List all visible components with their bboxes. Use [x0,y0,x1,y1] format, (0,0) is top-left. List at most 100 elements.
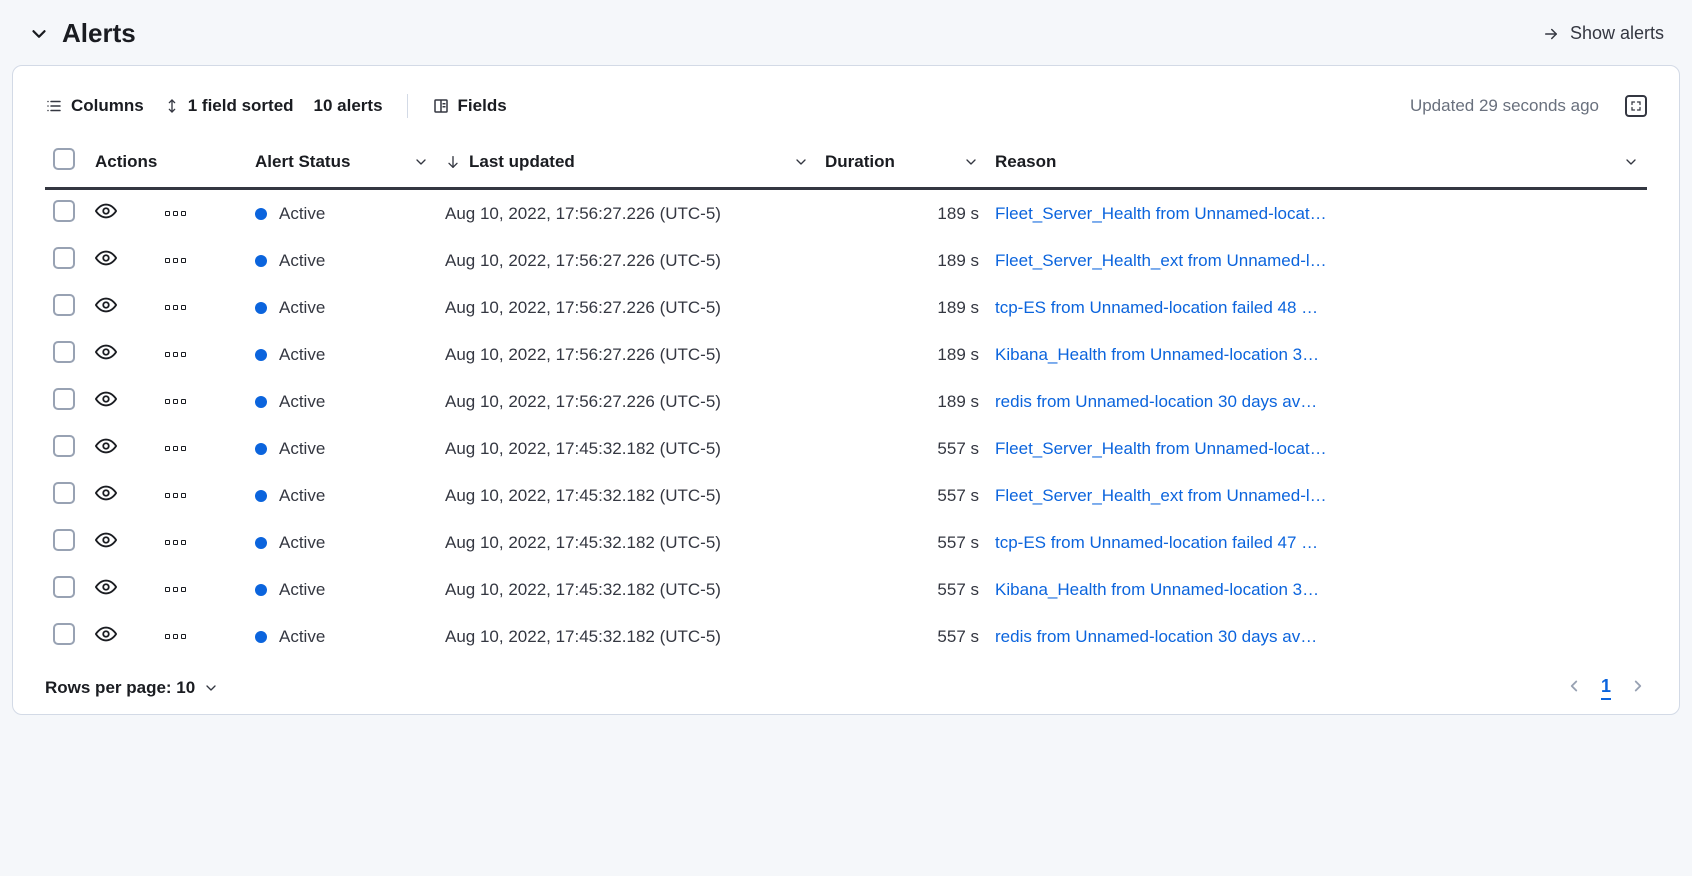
status-cell: Active [255,486,429,506]
status-cell: Active [255,627,429,647]
more-actions-icon[interactable] [165,540,239,545]
fields-icon [432,97,450,115]
row-checkbox[interactable] [53,576,75,598]
fullscreen-button[interactable] [1625,95,1647,117]
more-actions-icon[interactable] [165,352,239,357]
reason-link[interactable]: Kibana_Health from Unnamed-location 3… [995,580,1639,600]
columns-icon [45,97,63,115]
view-details-icon[interactable] [95,294,117,316]
more-actions-icon[interactable] [165,399,239,404]
column-actions: Actions [87,138,247,189]
status-text: Active [279,204,325,224]
pagination-next[interactable] [1629,677,1647,699]
row-checkbox[interactable] [53,435,75,457]
arrow-down-icon [445,154,461,170]
reason-link[interactable]: Kibana_Health from Unnamed-location 3… [995,345,1639,365]
last-updated-cell: Aug 10, 2022, 17:56:27.226 (UTC-5) [437,237,817,284]
last-updated-cell: Aug 10, 2022, 17:45:32.182 (UTC-5) [437,472,817,519]
duration-cell: 557 s [817,425,987,472]
view-details-icon[interactable] [95,388,117,410]
duration-cell: 189 s [817,237,987,284]
last-updated-cell: Aug 10, 2022, 17:45:32.182 (UTC-5) [437,425,817,472]
more-actions-icon[interactable] [165,258,239,263]
page-title: Alerts [62,18,136,49]
row-checkbox[interactable] [53,341,75,363]
duration-cell: 189 s [817,331,987,378]
column-last-updated[interactable]: Last updated [437,138,817,189]
table-row: Active Aug 10, 2022, 17:45:32.182 (UTC-5)… [45,472,1647,519]
sorted-label: 1 field sorted [188,96,294,116]
row-checkbox[interactable] [53,482,75,504]
column-duration[interactable]: Duration [817,138,987,189]
status-dot-icon [255,302,267,314]
more-actions-icon[interactable] [165,305,239,310]
view-details-icon[interactable] [95,435,117,457]
view-details-icon[interactable] [95,576,117,598]
row-checkbox[interactable] [53,294,75,316]
last-updated-cell: Aug 10, 2022, 17:56:27.226 (UTC-5) [437,189,817,238]
reason-link[interactable]: Fleet_Server_Health_ext from Unnamed-l… [995,486,1639,506]
more-actions-icon[interactable] [165,587,239,592]
status-cell: Active [255,439,429,459]
view-details-icon[interactable] [95,482,117,504]
status-cell: Active [255,298,429,318]
more-actions-icon[interactable] [165,634,239,639]
arrow-right-icon [1542,25,1560,43]
show-alerts-button[interactable]: Show alerts [1542,23,1664,44]
status-text: Active [279,486,325,506]
table-row: ActiveAug 10, 2022, 17:45:32.182 (UTC-5)… [45,566,1647,613]
columns-button[interactable]: Columns [45,96,144,116]
status-text: Active [279,439,325,459]
reason-link[interactable]: Fleet_Server_Health from Unnamed-locat… [995,204,1639,224]
chevron-down-icon [963,154,979,170]
row-checkbox[interactable] [53,388,75,410]
sort-icon [164,98,180,114]
row-checkbox[interactable] [53,200,75,222]
more-actions-icon[interactable] [165,211,239,216]
reason-link[interactable]: Fleet_Server_Health from Unnamed-locat… [995,439,1639,459]
reason-link[interactable]: tcp-ES from Unnamed-location failed 47 … [995,533,1639,553]
alerts-panel: Columns 1 field sorted 10 alerts Fields … [12,65,1680,715]
reason-link[interactable]: Fleet_Server_Health_ext from Unnamed-l… [995,251,1639,271]
row-checkbox[interactable] [53,623,75,645]
last-updated-cell: Aug 10, 2022, 17:56:27.226 (UTC-5) [437,331,817,378]
updated-text: Updated 29 seconds ago [1410,96,1599,116]
view-details-icon[interactable] [95,529,117,551]
select-all-checkbox[interactable] [53,148,75,170]
table-row: Active Aug 10, 2022, 17:56:27.226 (UTC-5)… [45,331,1647,378]
fullscreen-icon [1630,100,1642,112]
table-row: ActiveAug 10, 2022, 17:45:32.182 (UTC-5)… [45,519,1647,566]
row-checkbox[interactable] [53,247,75,269]
sort-button[interactable]: 1 field sorted [164,96,294,116]
pagination-page-current[interactable]: 1 [1601,676,1611,700]
reason-link[interactable]: redis from Unnamed-location 30 days av… [995,392,1639,412]
row-checkbox[interactable] [53,529,75,551]
reason-link[interactable]: redis from Unnamed-location 30 days av… [995,627,1639,647]
view-details-icon[interactable] [95,200,117,222]
rows-per-page-selector[interactable]: Rows per page: 10 [45,678,219,698]
view-details-icon[interactable] [95,247,117,269]
status-text: Active [279,251,325,271]
fields-button[interactable]: Fields [432,96,507,116]
column-alert-status[interactable]: Alert Status [247,138,437,189]
more-actions-icon[interactable] [165,446,239,451]
reason-link[interactable]: tcp-ES from Unnamed-location failed 48 … [995,298,1639,318]
pagination-prev[interactable] [1565,677,1583,699]
status-dot-icon [255,208,267,220]
chevron-down-icon [413,154,429,170]
show-alerts-label: Show alerts [1570,23,1664,44]
status-text: Active [279,345,325,365]
status-dot-icon [255,349,267,361]
table-row: Active Aug 10, 2022, 17:45:32.182 (UTC-5)… [45,425,1647,472]
chevron-down-icon[interactable] [28,23,50,45]
column-reason[interactable]: Reason [987,138,1647,189]
view-details-icon[interactable] [95,623,117,645]
status-cell: Active [255,392,429,412]
more-actions-icon[interactable] [165,493,239,498]
status-text: Active [279,533,325,553]
table-row: Active Aug 10, 2022, 17:56:27.226 (UTC-5)… [45,189,1647,238]
table-row: ActiveAug 10, 2022, 17:56:27.226 (UTC-5)… [45,284,1647,331]
view-details-icon[interactable] [95,341,117,363]
status-text: Active [279,627,325,647]
table-row: ActiveAug 10, 2022, 17:45:32.182 (UTC-5)… [45,613,1647,660]
